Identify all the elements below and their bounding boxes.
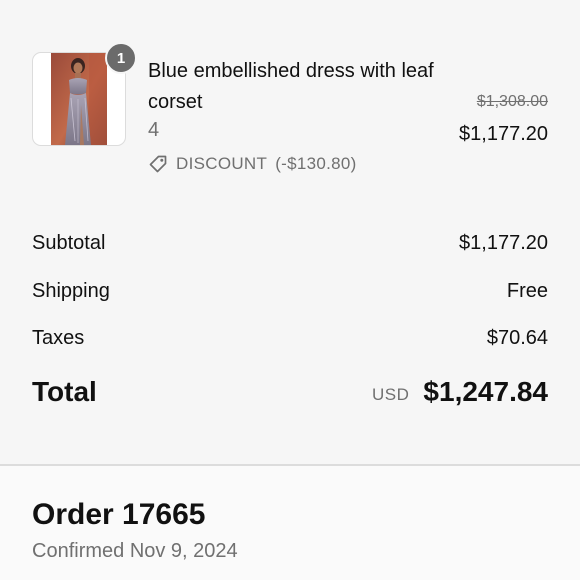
order-status: Confirmed Nov 9, 2024 xyxy=(32,540,238,562)
total-row: Total USD $1,247.84 xyxy=(32,376,548,408)
cost-summary: Subtotal $1,177.20 Shipping Free Taxes $… xyxy=(32,220,548,363)
shipping-row: Shipping Free xyxy=(32,268,548,316)
shipping-value: Free xyxy=(506,279,548,302)
total-label: Total xyxy=(32,376,97,407)
section-divider xyxy=(0,464,580,466)
final-price: $1,177.20 xyxy=(459,123,548,145)
discount-amount: (-$130.80) xyxy=(275,154,357,173)
product-variant: 4 xyxy=(148,119,160,141)
product-thumbnail-wrap: 1 xyxy=(32,42,137,146)
taxes-row: Taxes $70.64 xyxy=(32,315,548,363)
discount-line: DISCOUNT (-$130.80) xyxy=(148,154,357,174)
dress-photo-icon xyxy=(51,53,107,145)
subtotal-label: Subtotal xyxy=(32,232,106,255)
tag-icon xyxy=(148,154,168,174)
line-item: 1 Blue embellished dress with leaf corse… xyxy=(32,42,548,192)
currency-code: USD xyxy=(372,385,410,404)
price-column: $1,308.00 $1,177.20 xyxy=(459,92,548,148)
shipping-label: Shipping xyxy=(32,279,110,302)
total-value: $1,247.84 xyxy=(423,376,548,407)
subtotal-value: $1,177.20 xyxy=(459,232,548,255)
subtotal-row: Subtotal $1,177.20 xyxy=(32,220,548,268)
discount-label: DISCOUNT xyxy=(176,154,268,173)
taxes-label: Taxes xyxy=(32,327,85,350)
total-amount-group: USD $1,247.84 xyxy=(372,376,548,408)
order-title: Order 17665 xyxy=(32,498,206,531)
original-price: $1,308.00 xyxy=(476,93,548,110)
quantity-badge: 1 xyxy=(105,42,137,74)
product-name: Blue embellished dress with leaf corset xyxy=(148,60,434,113)
order-confirmation: 1 Blue embellished dress with leaf corse… xyxy=(0,0,580,580)
taxes-value: $70.64 xyxy=(486,327,548,350)
